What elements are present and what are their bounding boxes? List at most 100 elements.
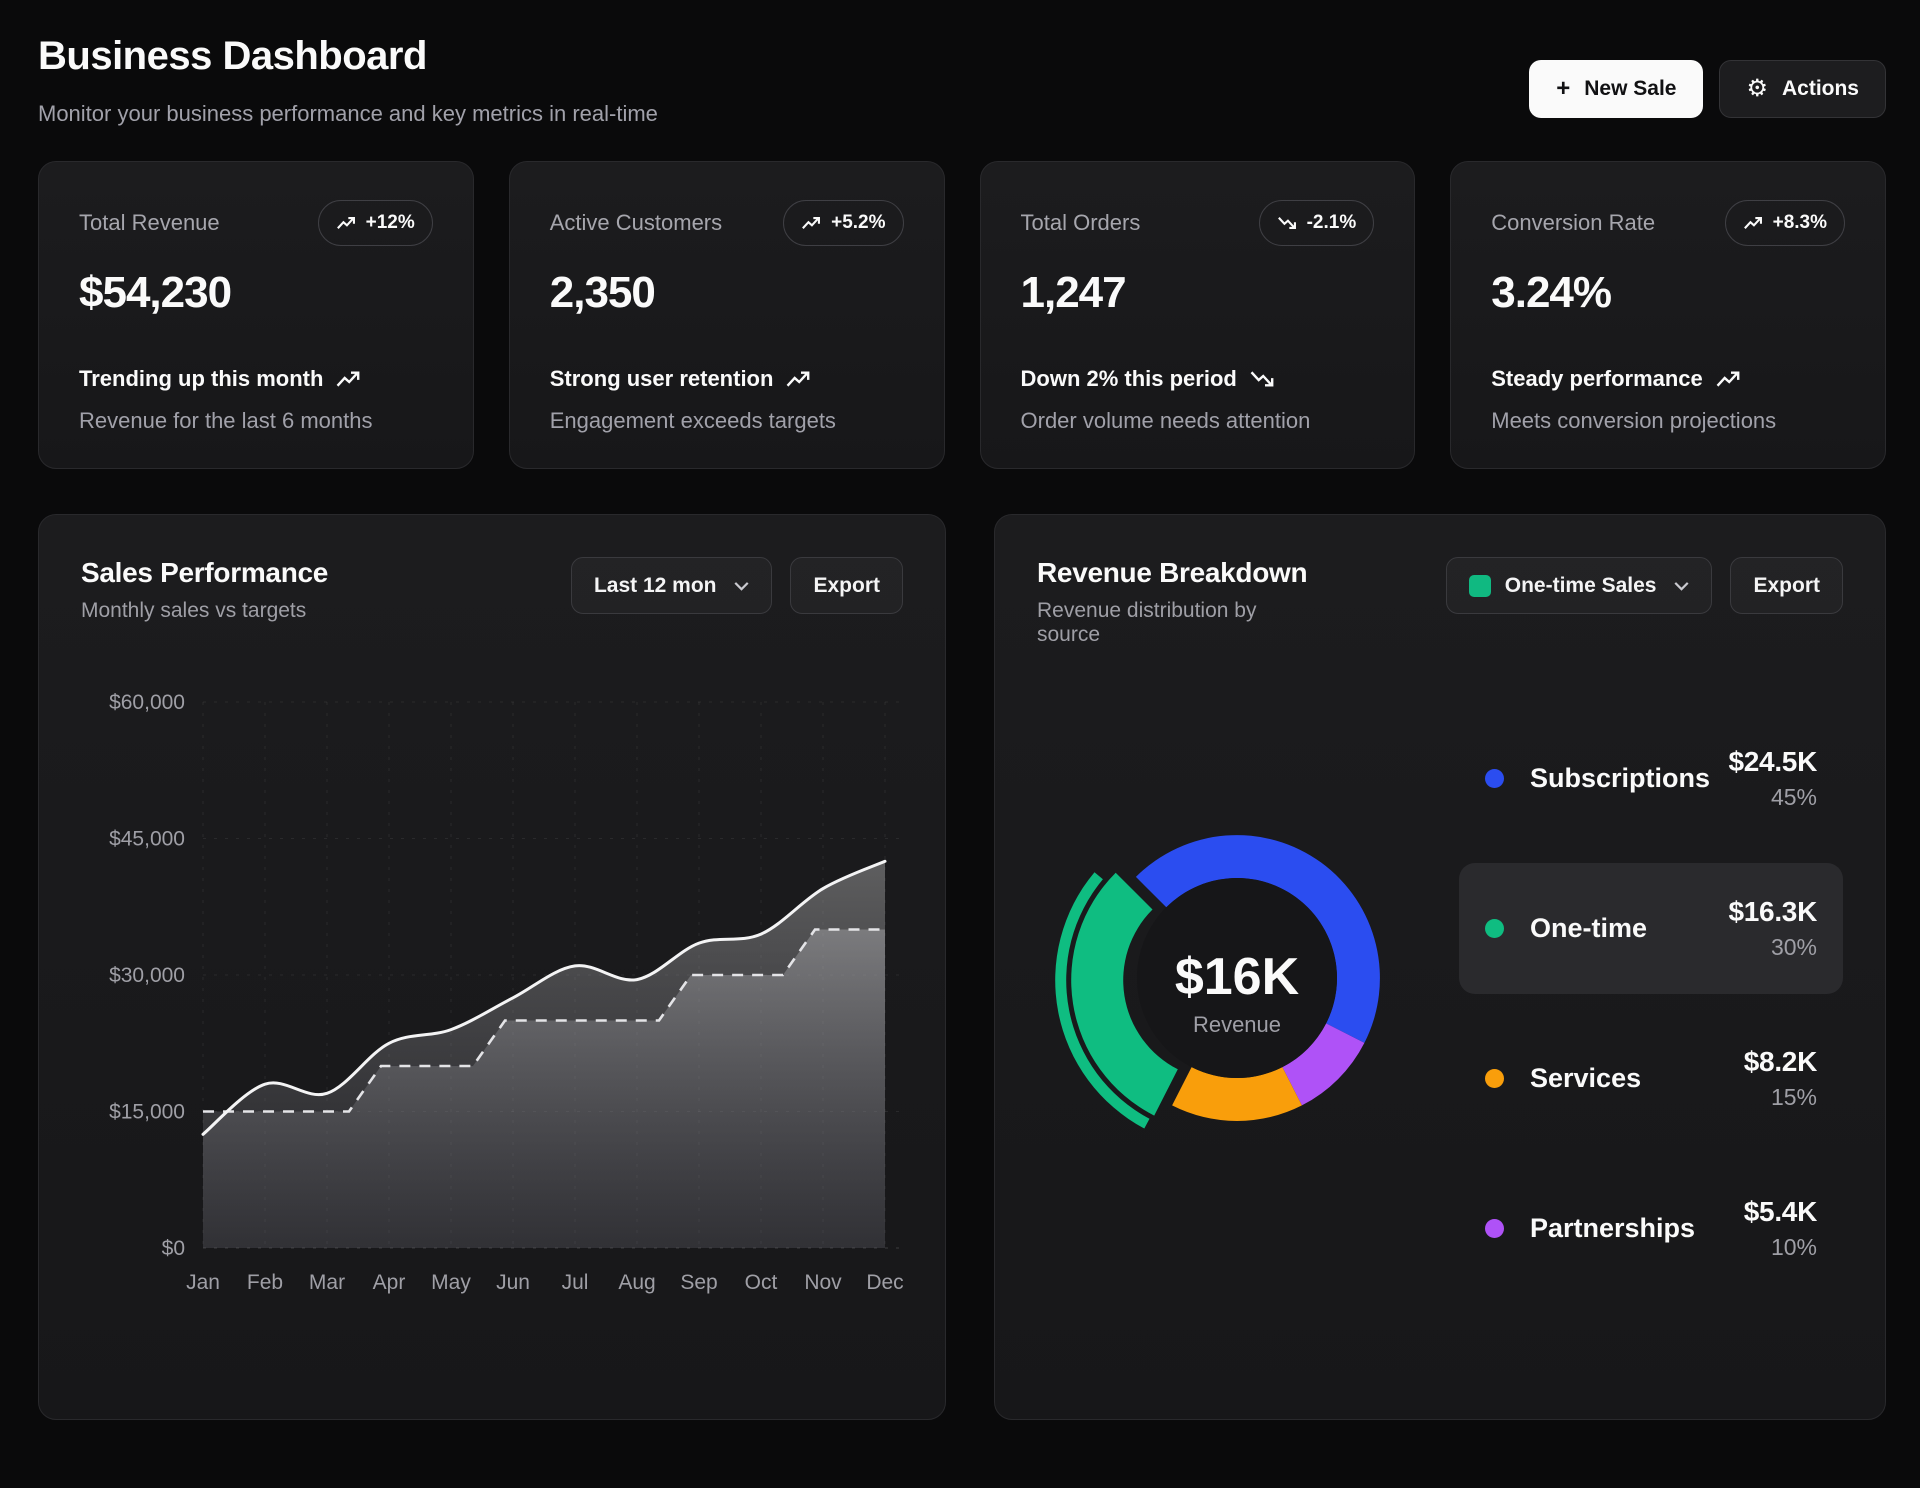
stat-label: Active Customers xyxy=(550,210,722,236)
breakdown-titles: Revenue Breakdown Revenue distribution b… xyxy=(1037,557,1317,647)
stat-caption: Engagement exceeds targets xyxy=(550,408,904,434)
sales-titles: Sales Performance Monthly sales vs targe… xyxy=(81,557,328,623)
y-tick-label: $30,000 xyxy=(109,964,185,987)
breakdown-subtitle: Revenue distribution by source xyxy=(1037,599,1317,647)
export-label: Export xyxy=(1753,574,1820,598)
stat-label: Total Orders xyxy=(1021,210,1141,236)
trend-down-icon xyxy=(1277,216,1297,230)
actions-label: Actions xyxy=(1782,77,1859,101)
stat-label: Total Revenue xyxy=(79,210,220,236)
trend-up-icon xyxy=(1715,370,1741,388)
x-tick-label: Dec xyxy=(866,1271,903,1294)
donut-chart-canvas[interactable]: $16K Revenue xyxy=(1015,763,1451,1199)
stat-trend-text: Steady performance xyxy=(1491,366,1703,392)
badge-value: +5.2% xyxy=(831,212,885,234)
plus-icon: + xyxy=(1556,77,1570,101)
trend-up-icon xyxy=(785,370,811,388)
one-time-dot xyxy=(1485,919,1504,938)
x-tick-label: Mar xyxy=(309,1271,345,1294)
breakdown-title: Revenue Breakdown xyxy=(1037,557,1317,589)
y-tick-label: $45,000 xyxy=(109,828,185,851)
stat-card-conversion-rate: Conversion Rate +8.3% 3.24% Steady perfo… xyxy=(1450,161,1886,469)
partnerships-dot xyxy=(1485,1219,1504,1238)
actions-button[interactable]: ⚙ Actions xyxy=(1719,60,1886,118)
stat-value: 3.24% xyxy=(1491,268,1845,318)
header-actions: + New Sale ⚙ Actions xyxy=(1529,60,1886,118)
stat-card-active-customers: Active Customers +5.2% 2,350 Strong user… xyxy=(509,161,945,469)
trend-badge: +8.3% xyxy=(1725,200,1845,246)
x-tick-label: Jan xyxy=(186,1271,220,1294)
range-select-value: Last 12 mon xyxy=(594,574,717,598)
stat-trend-text: Strong user retention xyxy=(550,366,774,392)
legend-value: $24.5K xyxy=(1729,746,1818,778)
source-filter-select[interactable]: One-time Sales xyxy=(1446,557,1713,614)
y-tick-label: $0 xyxy=(162,1237,185,1260)
x-tick-label: Apr xyxy=(373,1271,406,1294)
y-tick-label: $60,000 xyxy=(109,691,185,714)
donut-chart-wrap: $16K Revenue xyxy=(1015,763,1451,1377)
legend-value: $5.4K xyxy=(1744,1196,1817,1228)
charts-row: Sales Performance Monthly sales vs targe… xyxy=(38,514,1886,1420)
legend-name: Subscriptions xyxy=(1530,763,1710,794)
sales-title: Sales Performance xyxy=(81,557,328,589)
chevron-down-icon xyxy=(734,581,749,591)
x-tick-label: Jun xyxy=(496,1271,530,1294)
chevron-down-icon xyxy=(1674,581,1689,591)
sales-subtitle: Monthly sales vs targets xyxy=(81,599,328,623)
sales-export-button[interactable]: Export xyxy=(790,557,903,614)
stat-label: Conversion Rate xyxy=(1491,210,1655,236)
gear-icon: ⚙ xyxy=(1746,77,1768,101)
dashboard-page: Business Dashboard Monitor your business… xyxy=(0,0,1920,1488)
legend-percent: 45% xyxy=(1729,784,1818,811)
legend-row-partnerships[interactable]: Partnerships $5.4K 10% xyxy=(1459,1163,1843,1294)
new-sale-button[interactable]: + New Sale xyxy=(1529,60,1703,118)
revenue-breakdown-card: Revenue Breakdown Revenue distribution b… xyxy=(994,514,1886,1420)
breakdown-export-button[interactable]: Export xyxy=(1730,557,1843,614)
export-label: Export xyxy=(813,574,880,598)
stats-row: Total Revenue +12% $54,230 Trending up t… xyxy=(38,161,1886,469)
trend-up-icon xyxy=(801,216,821,230)
legend-row-one-time[interactable]: One-time $16.3K 30% xyxy=(1459,863,1843,994)
donut-center-value: $16K xyxy=(1175,948,1300,1006)
stat-trend-text: Trending up this month xyxy=(79,366,323,392)
legend-percent: 30% xyxy=(1729,934,1818,961)
stat-caption: Order volume needs attention xyxy=(1021,408,1375,434)
breakdown-legend: Subscriptions $24.5K 45% One-time $16.3K… xyxy=(1459,713,1843,1377)
header-titles: Business Dashboard Monitor your business… xyxy=(38,34,658,127)
filter-color-swatch xyxy=(1469,575,1491,597)
trend-up-icon xyxy=(335,370,361,388)
x-tick-label: Aug xyxy=(618,1271,655,1294)
legend-percent: 10% xyxy=(1744,1234,1817,1261)
badge-value: +8.3% xyxy=(1773,212,1827,234)
source-filter-value: One-time Sales xyxy=(1505,574,1657,598)
badge-value: -2.1% xyxy=(1307,212,1357,234)
services-dot xyxy=(1485,1069,1504,1088)
trend-badge: +5.2% xyxy=(783,200,903,246)
legend-value: $16.3K xyxy=(1729,896,1818,928)
stat-trend-text: Down 2% this period xyxy=(1021,366,1237,392)
legend-name: Partnerships xyxy=(1530,1213,1695,1244)
stat-card-total-revenue: Total Revenue +12% $54,230 Trending up t… xyxy=(38,161,474,469)
page-subtitle: Monitor your business performance and ke… xyxy=(38,101,658,127)
trend-down-icon xyxy=(1249,370,1275,388)
trend-up-icon xyxy=(336,216,356,230)
sales-chart-canvas[interactable]: $0$15,000$30,000$45,000$60,000JanFebMarA… xyxy=(81,677,903,1321)
legend-row-services[interactable]: Services $8.2K 15% xyxy=(1459,1013,1843,1144)
donut-center-label: Revenue xyxy=(1193,1012,1281,1037)
x-tick-label: Oct xyxy=(745,1271,778,1294)
trend-badge: -2.1% xyxy=(1259,200,1375,246)
legend-name: One-time xyxy=(1530,913,1647,944)
trend-badge: +12% xyxy=(318,200,433,246)
stat-value: 1,247 xyxy=(1021,268,1375,318)
range-select[interactable]: Last 12 mon xyxy=(571,557,773,614)
legend-row-subscriptions[interactable]: Subscriptions $24.5K 45% xyxy=(1459,713,1843,844)
new-sale-label: New Sale xyxy=(1584,77,1676,101)
legend-value: $8.2K xyxy=(1744,1046,1817,1078)
sales-performance-card: Sales Performance Monthly sales vs targe… xyxy=(38,514,946,1420)
page-title: Business Dashboard xyxy=(38,34,658,79)
legend-percent: 15% xyxy=(1744,1084,1817,1111)
x-tick-label: May xyxy=(431,1271,471,1294)
x-tick-label: Feb xyxy=(247,1271,283,1294)
stat-value: 2,350 xyxy=(550,268,904,318)
header: Business Dashboard Monitor your business… xyxy=(38,34,1886,127)
